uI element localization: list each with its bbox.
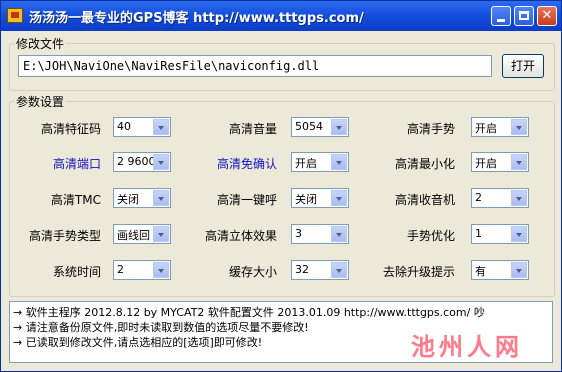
dropdown-arrow-icon[interactable] <box>511 262 527 278</box>
param-label: 系统时间 <box>52 265 101 279</box>
param-select[interactable]: 关闭 <box>291 188 349 208</box>
param-select-value: 开启 <box>295 157 317 170</box>
dropdown-arrow-icon[interactable] <box>511 119 527 135</box>
param-select[interactable]: 有 <box>471 260 529 280</box>
dropdown-arrow-icon[interactable] <box>153 226 169 242</box>
dropdown-arrow-icon[interactable] <box>331 119 347 135</box>
minimize-button[interactable] <box>491 6 511 26</box>
param-select[interactable]: 2 <box>113 260 171 280</box>
dropdown-arrow-icon[interactable] <box>331 262 347 278</box>
param-select[interactable]: 2 9600 <box>113 152 171 172</box>
param-label: 高清TMC <box>50 193 101 207</box>
param-select[interactable]: 画线回 <box>113 224 171 244</box>
param-select-value: 开启 <box>475 122 497 135</box>
param-select-value: 画线回 <box>117 229 150 242</box>
param-select-value: 2 9600 <box>117 155 153 168</box>
param-label: 高清手势类型 <box>28 229 101 243</box>
param-select[interactable]: 32 <box>291 260 349 280</box>
app-icon <box>7 8 23 23</box>
param-label: 高清立体效果 <box>204 229 277 243</box>
title-bar[interactable]: 汤汤汤一最专业的GPS博客 http://www.tttgps.com/ ✕ <box>1 1 561 31</box>
param-select-value: 40 <box>117 120 131 133</box>
log-line: → 请注意备份原文件,即时未读取到数值的选项尽量不要修改! <box>13 321 309 334</box>
close-button[interactable]: ✕ <box>537 6 557 26</box>
param-select[interactable]: 开启 <box>471 152 529 172</box>
param-label: 高清一键呼 <box>216 193 277 207</box>
param-select-value: 5054 <box>295 120 323 133</box>
dropdown-arrow-icon[interactable] <box>331 226 347 242</box>
param-select[interactable]: 40 <box>113 117 171 137</box>
log-line: → 软件主程序 2012.8.12 by MYCAT2 软件配置文件 2013.… <box>13 306 485 319</box>
param-label: 缓存大小 <box>228 265 277 279</box>
maximize-button[interactable] <box>514 6 534 26</box>
dropdown-arrow-icon[interactable] <box>331 154 347 170</box>
file-path-input[interactable]: E:\JOH\NaviOne\NaviResFile\naviconfig.dl… <box>18 55 492 77</box>
param-label: 高清收音机 <box>394 193 455 207</box>
param-select-value: 2 <box>117 263 124 276</box>
param-select[interactable]: 3 <box>291 224 349 244</box>
param-select[interactable]: 1 <box>471 224 529 244</box>
file-group-legend: 修改文件 <box>16 37 65 51</box>
param-select-value: 关闭 <box>295 193 317 206</box>
dropdown-arrow-icon[interactable] <box>153 190 169 206</box>
param-select[interactable]: 2 <box>471 188 529 208</box>
param-select-value: 2 <box>475 191 482 204</box>
window-title: 汤汤汤一最专业的GPS博客 http://www.tttgps.com/ <box>29 11 364 26</box>
dropdown-arrow-icon[interactable] <box>153 154 169 170</box>
log-line: → 已读取到修改文件,请点选相应的[选项]即可修改! <box>13 336 263 349</box>
param-label: 高清免确认 <box>216 157 277 171</box>
dropdown-arrow-icon[interactable] <box>511 226 527 242</box>
param-label: 高清手势 <box>406 122 455 136</box>
minimize-icon <box>497 19 505 22</box>
param-label: 去除升级提示 <box>382 265 455 279</box>
maximize-icon <box>519 11 529 20</box>
param-select-value: 32 <box>295 263 309 276</box>
param-select-value: 有 <box>475 265 486 278</box>
dropdown-arrow-icon[interactable] <box>511 154 527 170</box>
param-select[interactable]: 关闭 <box>113 188 171 208</box>
param-select-value: 3 <box>295 227 302 240</box>
param-label: 高清端口 <box>52 157 101 171</box>
param-select[interactable]: 5054 <box>291 117 349 137</box>
dropdown-arrow-icon[interactable] <box>511 190 527 206</box>
param-label: 高清音量 <box>228 122 277 136</box>
param-select-value: 开启 <box>475 157 497 170</box>
open-button[interactable]: 打开 <box>502 54 544 78</box>
watermark: 池州人网 <box>411 332 523 361</box>
close-icon: ✕ <box>541 8 553 23</box>
param-label: 高清特征码 <box>40 122 101 136</box>
param-select-value: 1 <box>475 227 482 240</box>
dropdown-arrow-icon[interactable] <box>331 190 347 206</box>
dropdown-arrow-icon[interactable] <box>153 119 169 135</box>
param-select-value: 关闭 <box>117 193 139 206</box>
param-select[interactable]: 开启 <box>291 152 349 172</box>
main-window: 汤汤汤一最专业的GPS博客 http://www.tttgps.com/ ✕ 修… <box>0 0 562 372</box>
param-label: 高清最小化 <box>394 157 455 171</box>
param-label: 手势优化 <box>406 229 455 243</box>
dropdown-arrow-icon[interactable] <box>153 262 169 278</box>
param-select[interactable]: 开启 <box>471 117 529 137</box>
params-group-legend: 参数设置 <box>16 95 65 109</box>
